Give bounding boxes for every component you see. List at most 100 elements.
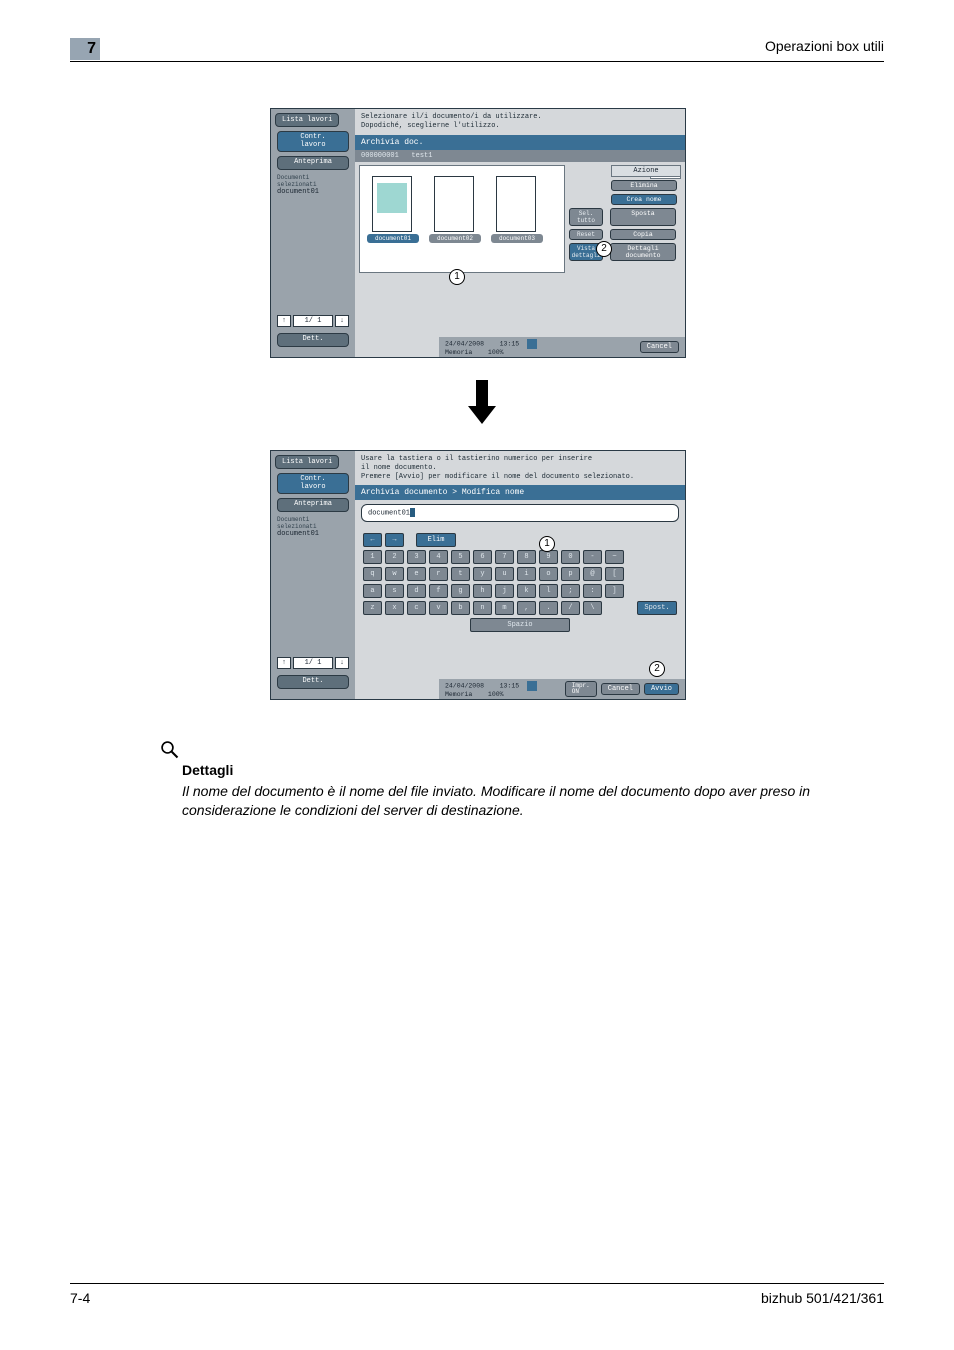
kbd-row-3: a s d f g h j k l ; : ]	[363, 584, 677, 598]
key-r[interactable]: r	[429, 567, 448, 581]
thumb-document02[interactable]: document02	[434, 176, 474, 232]
avvio-button[interactable]: Avvio	[644, 683, 679, 695]
key-s[interactable]: s	[385, 584, 404, 598]
key-o[interactable]: o	[539, 567, 558, 581]
action-elimina[interactable]: Elimina	[611, 180, 677, 191]
key-colon[interactable]: :	[583, 584, 602, 598]
key-5[interactable]: 5	[451, 550, 470, 564]
key-4[interactable]: 4	[429, 550, 448, 564]
action-dettagli-doc[interactable]: Dettagli documento	[610, 243, 676, 261]
key-t[interactable]: t	[451, 567, 470, 581]
left-sidebar: Lista lavori Contr. lavoro Anteprima Doc…	[271, 451, 355, 699]
tab-anteprima[interactable]: Anteprima	[277, 156, 349, 170]
key-slash[interactable]: /	[561, 601, 580, 615]
key-elim[interactable]: Elim	[416, 533, 456, 547]
callout-2: 2	[649, 661, 665, 677]
key-semi[interactable]: ;	[561, 584, 580, 598]
key-h[interactable]: h	[473, 584, 492, 598]
page-indicator: 1/ 1	[293, 657, 333, 669]
cancel-button[interactable]: Cancel	[640, 341, 679, 353]
tab-lista-lavori[interactable]: Lista lavori	[275, 113, 339, 127]
status-date: 24/04/2008	[445, 682, 484, 689]
status-bar: 24/04/2008 13:15 Memoria 100% Impr. ON C…	[439, 679, 685, 699]
key-space[interactable]: Spazio	[470, 618, 570, 632]
key-arrow-left[interactable]: ←	[363, 533, 382, 547]
key-7[interactable]: 7	[495, 550, 514, 564]
key-3[interactable]: 3	[407, 550, 426, 564]
key-period[interactable]: .	[539, 601, 558, 615]
key-v[interactable]: v	[429, 601, 448, 615]
key-e[interactable]: e	[407, 567, 426, 581]
key-q[interactable]: q	[363, 567, 382, 581]
key-g[interactable]: g	[451, 584, 470, 598]
tab-anteprima[interactable]: Anteprima	[277, 498, 349, 512]
key-comma[interactable]: ,	[517, 601, 536, 615]
action-copia[interactable]: Copia	[610, 229, 676, 240]
key-b[interactable]: b	[451, 601, 470, 615]
docs-selected-value: document01	[277, 188, 349, 196]
cancel-button[interactable]: Cancel	[601, 683, 640, 695]
key-i[interactable]: i	[517, 567, 536, 581]
key-c[interactable]: c	[407, 601, 426, 615]
section-number: 7	[70, 38, 100, 60]
key-d[interactable]: d	[407, 584, 426, 598]
key-a[interactable]: a	[363, 584, 382, 598]
aux-sel-tutto[interactable]: Sel. tutto	[569, 208, 603, 226]
key-m[interactable]: m	[495, 601, 514, 615]
page-number: 7-4	[70, 1290, 90, 1306]
key-1[interactable]: 1	[363, 550, 382, 564]
key-lbracket[interactable]: [	[605, 567, 624, 581]
impr-button[interactable]: Impr. ON	[565, 681, 597, 697]
page-down-button[interactable]: ↓	[335, 657, 349, 669]
page-down-button[interactable]: ↓	[335, 315, 349, 327]
box-id: 000000001	[361, 152, 399, 160]
key-k[interactable]: k	[517, 584, 536, 598]
key-x[interactable]: x	[385, 601, 404, 615]
key-bslash[interactable]: \	[583, 601, 602, 615]
key-spost[interactable]: Spost.	[637, 601, 677, 615]
key-j[interactable]: j	[495, 584, 514, 598]
status-icon	[527, 339, 537, 349]
key-u[interactable]: u	[495, 567, 514, 581]
aux-reset[interactable]: Reset	[569, 229, 603, 240]
key-6[interactable]: 6	[473, 550, 492, 564]
key-n[interactable]: n	[473, 601, 492, 615]
thumb-document03[interactable]: document03	[496, 176, 536, 232]
action-crea-nome[interactable]: Crea nome	[611, 194, 677, 205]
key-tilde[interactable]: ~	[605, 550, 624, 564]
tab-contr-lavoro[interactable]: Contr. lavoro	[277, 473, 349, 494]
thumb-document01[interactable]: document01	[372, 176, 412, 232]
note-heading: Dettagli	[182, 762, 884, 778]
key-8[interactable]: 8	[517, 550, 536, 564]
tab-contr-lavoro[interactable]: Contr. lavoro	[277, 131, 349, 152]
page-header: 7 Operazioni box utili	[70, 38, 884, 62]
magnify-icon	[160, 740, 180, 760]
key-rbracket[interactable]: ]	[605, 584, 624, 598]
page-up-button[interactable]: ↑	[277, 657, 291, 669]
status-time: 13:15	[500, 340, 520, 347]
tab-lista-lavori[interactable]: Lista lavori	[275, 455, 339, 469]
key-2[interactable]: 2	[385, 550, 404, 564]
dett-button[interactable]: Dett.	[277, 675, 349, 689]
status-time: 13:15	[500, 682, 520, 689]
key-p[interactable]: p	[561, 567, 580, 581]
thumb-label: document02	[429, 234, 481, 243]
name-input[interactable]: document01	[361, 504, 679, 521]
key-f[interactable]: f	[429, 584, 448, 598]
action-sposta[interactable]: Sposta	[610, 208, 676, 226]
key-0[interactable]: 0	[561, 550, 580, 564]
dett-button[interactable]: Dett.	[277, 333, 349, 347]
key-w[interactable]: w	[385, 567, 404, 581]
status-bar: 24/04/2008 13:15 Memoria 100% Cancel	[439, 337, 685, 357]
key-dash[interactable]: -	[583, 550, 602, 564]
model-name: bizhub 501/421/361	[761, 1290, 884, 1306]
page-up-button[interactable]: ↑	[277, 315, 291, 327]
page-indicator: 1/ 1	[293, 315, 333, 327]
key-at[interactable]: @	[583, 567, 602, 581]
key-arrow-right[interactable]: →	[385, 533, 404, 547]
key-y[interactable]: y	[473, 567, 492, 581]
action-column: Azione Elimina Crea nome Sel. tutto Spos…	[569, 165, 681, 261]
key-l[interactable]: l	[539, 584, 558, 598]
screenshot-archive-doc: Lista lavori Contr. lavoro Anteprima Doc…	[270, 108, 686, 358]
key-z[interactable]: z	[363, 601, 382, 615]
